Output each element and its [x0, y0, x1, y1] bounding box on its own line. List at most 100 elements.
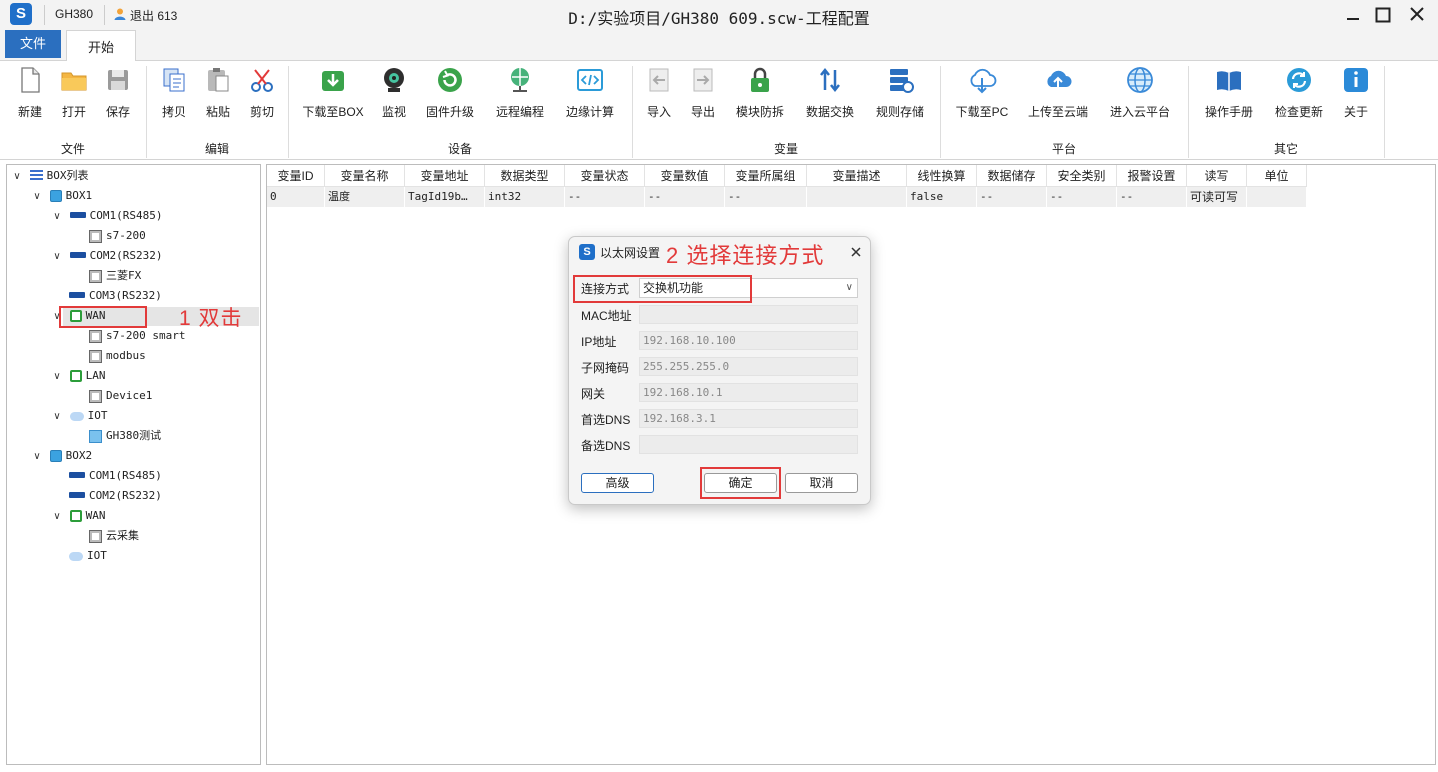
- check-update-button[interactable]: 检查更新: [1272, 65, 1326, 121]
- tree-node-cloud-collect[interactable]: 云采集: [89, 526, 139, 546]
- data-exchange-button[interactable]: 数据交换: [802, 65, 858, 121]
- chevron-down-icon[interactable]: ∨: [51, 367, 63, 387]
- gateway-field[interactable]: 192.168.10.1: [639, 383, 858, 402]
- firmware-upgrade-button[interactable]: 固件升级: [424, 65, 476, 121]
- open-button[interactable]: 打开: [56, 65, 92, 121]
- tree-node-mitsubishi-fx[interactable]: 三菱FX: [89, 266, 141, 286]
- advanced-button[interactable]: 高级: [581, 473, 654, 493]
- column-header[interactable]: 线性换算: [907, 165, 977, 187]
- tree-node-box2-com2[interactable]: COM2(RS232): [69, 486, 162, 506]
- table-cell[interactable]: 0: [267, 187, 325, 207]
- secondary-dns-label: 备选DNS: [581, 439, 631, 453]
- tree-node-s7-200[interactable]: s7-200: [89, 226, 146, 246]
- new-button[interactable]: 新建: [12, 65, 48, 121]
- table-cell[interactable]: --: [1117, 187, 1187, 207]
- column-header[interactable]: 变量所属组: [725, 165, 807, 187]
- table-cell[interactable]: 温度: [325, 187, 405, 207]
- table-cell[interactable]: [807, 187, 907, 207]
- chevron-down-icon[interactable]: ∨: [51, 207, 63, 227]
- upload-to-cloud-button[interactable]: 上传至云端: [1024, 65, 1092, 121]
- column-header[interactable]: 变量数值: [645, 165, 725, 187]
- column-header[interactable]: 读写: [1187, 165, 1247, 187]
- subnet-mask-field[interactable]: 255.255.255.0: [639, 357, 858, 376]
- table-cell[interactable]: --: [725, 187, 807, 207]
- tree-node-gh380-test[interactable]: GH380测试: [89, 426, 161, 446]
- download-to-box-button[interactable]: 下载至BOX: [302, 65, 364, 121]
- import-button[interactable]: 导入: [642, 65, 676, 121]
- table-cell[interactable]: TagId19b…: [405, 187, 485, 207]
- tree-node-box1[interactable]: ∨ BOX1: [31, 186, 92, 206]
- close-icon[interactable]: [848, 244, 864, 260]
- primary-dns-field[interactable]: 192.168.3.1: [639, 409, 858, 428]
- table-cell[interactable]: int32: [485, 187, 565, 207]
- book-icon: [1217, 71, 1241, 91]
- module-tamper-button[interactable]: 模块防拆: [732, 65, 788, 121]
- chevron-down-icon[interactable]: ∨: [11, 167, 23, 187]
- table-cell[interactable]: 可读可写: [1187, 187, 1247, 207]
- plc-device-icon: [89, 329, 102, 343]
- secondary-dns-field[interactable]: [639, 435, 858, 454]
- column-header[interactable]: 变量地址: [405, 165, 485, 187]
- manual-button[interactable]: 操作手册: [1202, 65, 1256, 121]
- column-header[interactable]: 变量名称: [325, 165, 405, 187]
- tab-file[interactable]: 文件: [5, 30, 61, 58]
- save-button[interactable]: 保存: [100, 65, 136, 121]
- column-header[interactable]: 单位: [1247, 165, 1307, 187]
- ip-address-field[interactable]: 192.168.10.100: [639, 331, 858, 350]
- list-icon: [29, 170, 43, 182]
- export-button[interactable]: 导出: [686, 65, 720, 121]
- table-cell[interactable]: false: [907, 187, 977, 207]
- tree-node-iot[interactable]: ∨ IOT: [51, 406, 107, 427]
- tree-node-box2[interactable]: ∨ BOX2: [31, 446, 92, 466]
- cancel-button[interactable]: 取消: [785, 473, 858, 493]
- tree-node-com2[interactable]: ∨ COM2(RS232): [51, 246, 162, 266]
- remote-programming-button[interactable]: 远程编程: [494, 65, 546, 121]
- table-cell[interactable]: --: [645, 187, 725, 207]
- maximize-icon[interactable]: [1372, 5, 1394, 25]
- chevron-down-icon: ∨: [845, 282, 853, 293]
- tree-node-device1[interactable]: Device1: [89, 386, 152, 406]
- chevron-down-icon[interactable]: ∨: [31, 447, 43, 467]
- chevron-down-icon[interactable]: ∨: [51, 247, 63, 267]
- tree-node-lan[interactable]: ∨ LAN: [51, 366, 106, 386]
- chevron-down-icon[interactable]: ∨: [51, 507, 63, 527]
- column-header[interactable]: 数据储存: [977, 165, 1047, 187]
- table-cell[interactable]: [1247, 187, 1307, 207]
- tree-node-com1[interactable]: ∨ COM1(RS485): [51, 206, 162, 226]
- tab-home[interactable]: 开始: [66, 30, 136, 61]
- tree-node-box2-iot[interactable]: IOT: [69, 546, 107, 566]
- box-tree-panel: ∨ BOX列表 ∨ BOX1 ∨ COM1(RS485) s7-200 ∨ CO…: [6, 164, 261, 765]
- download-to-pc-button[interactable]: 下载至PC: [954, 65, 1010, 121]
- column-header[interactable]: 变量状态: [565, 165, 645, 187]
- column-header[interactable]: 数据类型: [485, 165, 565, 187]
- chevron-down-icon[interactable]: ∨: [51, 407, 63, 427]
- tree-node-com3[interactable]: COM3(RS232): [69, 286, 162, 306]
- about-button[interactable]: 关于: [1340, 65, 1372, 121]
- tree-node-box2-wan[interactable]: ∨ WAN: [51, 506, 106, 526]
- edge-computing-button[interactable]: 边缘计算: [564, 65, 616, 121]
- column-header[interactable]: 报警设置: [1117, 165, 1187, 187]
- table-cell[interactable]: --: [977, 187, 1047, 207]
- tree-node-box2-com1[interactable]: COM1(RS485): [69, 466, 162, 486]
- database-icon: [890, 69, 914, 93]
- table-cell[interactable]: --: [1047, 187, 1117, 207]
- close-icon[interactable]: [1406, 5, 1428, 25]
- minimize-icon[interactable]: [1342, 5, 1364, 25]
- copy-button[interactable]: 拷贝: [156, 65, 192, 121]
- rule-storage-button[interactable]: 规则存储: [872, 65, 928, 121]
- column-header[interactable]: 变量ID: [267, 165, 325, 187]
- plc-device-icon: [89, 389, 102, 403]
- chevron-down-icon[interactable]: ∨: [31, 187, 43, 207]
- mac-address-field[interactable]: [639, 305, 858, 324]
- table-cell[interactable]: --: [565, 187, 645, 207]
- column-header[interactable]: 安全类别: [1047, 165, 1117, 187]
- cut-button[interactable]: 剪切: [244, 65, 280, 121]
- column-header[interactable]: 变量描述: [807, 165, 907, 187]
- paste-button[interactable]: 粘贴: [200, 65, 236, 121]
- monitor-button[interactable]: 监视: [376, 65, 412, 121]
- enter-cloud-platform-button[interactable]: 进入云平台: [1106, 65, 1174, 121]
- tree-node-modbus[interactable]: modbus: [89, 346, 146, 366]
- tree-node-box-list[interactable]: ∨ BOX列表: [11, 166, 89, 186]
- tree-node-s7-200-smart[interactable]: s7-200 smart: [89, 326, 185, 346]
- serial-port-icon: [69, 472, 85, 478]
